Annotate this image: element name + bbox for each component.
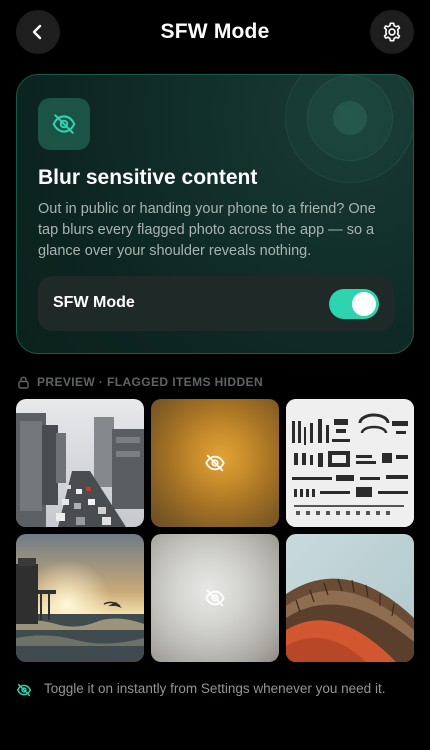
photo-tile-city-street[interactable] xyxy=(16,399,144,527)
page-title: SFW Mode xyxy=(160,20,270,43)
card-description: Out in public or handing your phone to a… xyxy=(38,201,376,259)
decorative-ring xyxy=(333,101,367,135)
eye-off-icon xyxy=(52,114,76,134)
eye-off-icon xyxy=(205,454,225,472)
photo-tile-architecture[interactable] xyxy=(286,534,414,662)
toggle-knob xyxy=(352,292,376,316)
footer-hint: Toggle it on instantly from Settings whe… xyxy=(16,681,414,698)
city-street-photo xyxy=(16,399,144,527)
sfw-info-card: Blur sensitive content Out in public or … xyxy=(16,74,414,354)
settings-button[interactable] xyxy=(370,10,414,54)
preview-label-text: PREVIEW · FLAGGED ITEMS HIDDEN xyxy=(37,375,264,389)
lock-icon xyxy=(18,376,29,389)
photo-tile-mechanical-parts[interactable] xyxy=(286,399,414,527)
preview-section-label: PREVIEW · FLAGGED ITEMS HIDDEN xyxy=(18,374,263,390)
mechanical-parts-photo xyxy=(286,399,414,527)
card-icon-box xyxy=(38,98,90,150)
photo-tile-flagged[interactable] xyxy=(151,399,279,527)
footer-hint-text: Toggle it on instantly from Settings whe… xyxy=(44,681,386,696)
sfw-mode-row[interactable]: SFW Mode xyxy=(38,276,394,331)
sfw-mode-label: SFW Mode xyxy=(53,294,135,311)
card-title: Blur sensitive content xyxy=(38,166,258,189)
photo-tile-flagged[interactable] xyxy=(151,534,279,662)
eye-off-icon xyxy=(205,589,225,607)
sfw-mode-toggle[interactable] xyxy=(329,289,379,319)
gear-icon xyxy=(383,22,401,42)
header: SFW Mode xyxy=(0,0,430,66)
eye-off-icon xyxy=(16,683,32,697)
architecture-photo xyxy=(286,534,414,662)
photo-tile-sunset-sea[interactable] xyxy=(16,534,144,662)
sunset-sea-photo xyxy=(16,534,144,662)
